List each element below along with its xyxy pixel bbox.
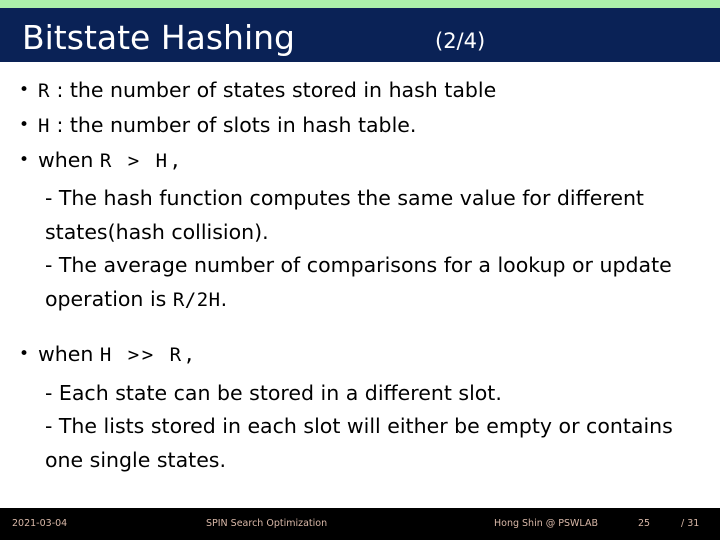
sub-text-hash-collision: - The hash function computes the same va… [45,186,644,244]
footer-date: 2021-03-04 [12,518,68,529]
formula-r-over-2h: R/2H [172,288,221,311]
sub-text-average-comparisons: - The average number of comparisons for … [45,253,672,311]
footer-author: Hong Shin @ PSWLAB [494,518,598,529]
bullet-text-when-1: when [38,148,100,172]
condition-r-gt-h: R > H, [99,150,184,172]
symbol-r: R [38,80,50,102]
bullet-marker-icon: • [19,80,30,100]
bullet-text-r: : the number of states stored in hash ta… [49,78,497,102]
bullet-text-h: : the number of slots in hash table. [49,113,417,137]
footer-subject: SPIN Search Optimization [206,518,328,529]
bullet-marker-icon: • [19,150,30,170]
symbol-h: H [38,115,50,137]
sub-text-period: . [220,286,228,311]
condition-h-gg-r: H >> R, [99,344,198,366]
bullet-item-r: • R : the number of states stored in hash… [0,73,720,109]
sub-item-hash-collision: - The hash function computes the same va… [0,182,720,249]
bullet-marker-icon: • [19,115,30,135]
bullet-item-h: • H : the number of slots in hash table. [0,108,720,144]
slide: Bitstate Hashing (2/4) • R : the number o… [0,0,720,540]
bullet-item-when-h-gg-r: • when H >> R, [0,337,720,373]
footer-bar: 2021-03-04 SPIN Search Optimization Hong… [0,508,720,540]
sub-item-average-comparisons: - The average number of comparisons for … [0,249,720,317]
footer-page-number: 25 [638,518,651,529]
accent-bar [0,0,720,8]
footer-page-total: / 31 [681,518,700,529]
sub-item-lists-stored: - The lists stored in each slot will eit… [0,410,720,477]
slide-counter: (2/4) [435,29,486,53]
bullet-text-when-2: when [38,342,100,366]
title-bar: Bitstate Hashing (2/4) [0,8,720,62]
sub-text-each-state: - Each state can be stored in a differen… [45,381,502,405]
sub-item-each-state: - Each state can be stored in a differen… [0,377,720,411]
bullet-item-when-r-gt-h: • when R > H, [0,143,720,179]
bullet-marker-icon: • [19,344,30,364]
page-title: Bitstate Hashing [22,18,296,57]
sub-text-lists-stored: - The lists stored in each slot will eit… [45,414,673,472]
slide-content: • R : the number of states stored in hash… [0,62,720,508]
